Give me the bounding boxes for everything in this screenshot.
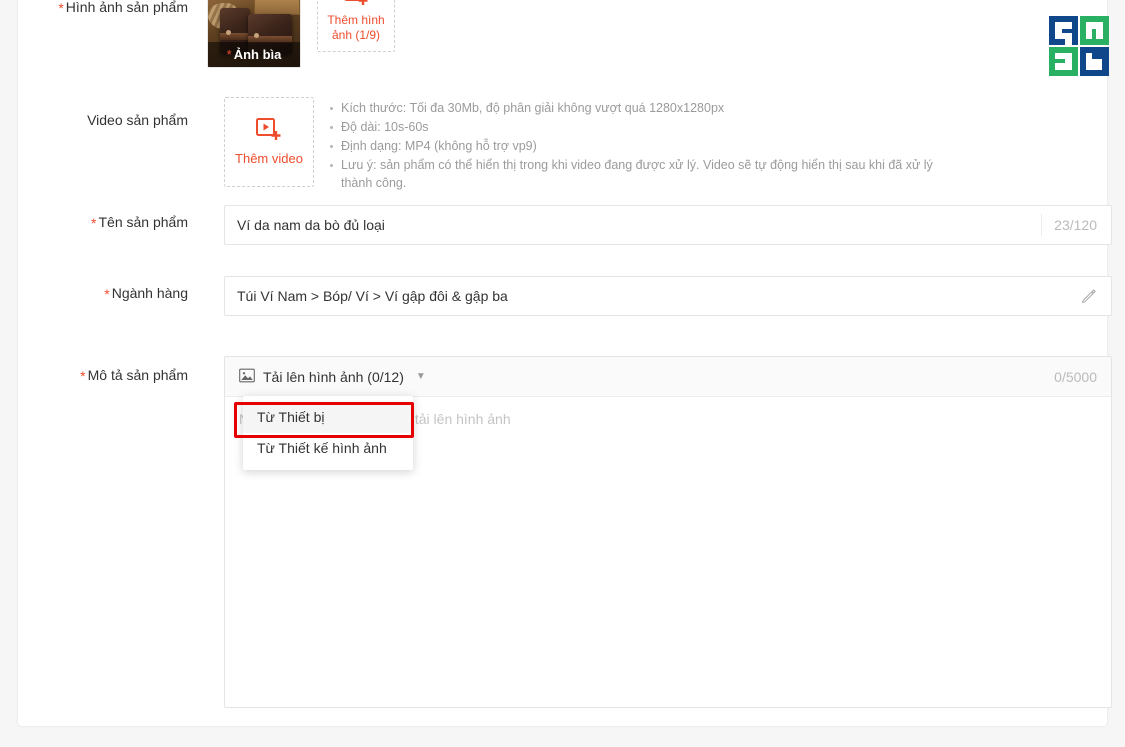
list-item: Định dạng: MP4 (không hỗ trợ vp9) bbox=[328, 137, 948, 155]
product-images-label-text: Hình ảnh sản phẩm bbox=[65, 0, 188, 15]
product-name-counter: 23/120 bbox=[1041, 214, 1111, 236]
add-image-label-line1: Thêm hình bbox=[327, 12, 385, 27]
description-label: * Mô tả sản phẩm bbox=[18, 366, 188, 385]
description-toolbar: Tải lên hình ảnh (0/12) ▼ 0/5000 bbox=[225, 357, 1111, 397]
list-item: Kích thước: Tối đa 30Mb, độ phân giải kh… bbox=[328, 99, 948, 117]
cover-image-badge: * Ảnh bìa bbox=[208, 42, 300, 67]
image-icon bbox=[239, 368, 255, 386]
product-form-card: * Hình ảnh sản phẩm ORIGINA * Ảnh bìa Th… bbox=[18, 0, 1112, 726]
product-name-row: * Tên sản phẩm Ví da nam da bò đủ loại 23… bbox=[18, 200, 1112, 260]
add-image-label-line2: ảnh (1/9) bbox=[331, 27, 381, 42]
product-images-row: * Hình ảnh sản phẩm ORIGINA * Ảnh bìa Th… bbox=[18, 0, 1107, 88]
menu-item-from-image-design[interactable]: Từ Thiết kế hình ảnh bbox=[243, 433, 413, 464]
product-name-input[interactable]: Ví da nam da bò đủ loại 23/120 bbox=[224, 205, 1112, 245]
menu-item-from-device[interactable]: Từ Thiết bị bbox=[243, 402, 413, 433]
product-video-label-text: Video sản phẩm bbox=[87, 112, 188, 128]
video-requirements-ul: Kích thước: Tối đa 30Mb, độ phân giải kh… bbox=[328, 99, 948, 192]
chevron-down-icon: ▼ bbox=[415, 371, 426, 382]
category-input[interactable]: Túi Ví Nam > Bóp/ Ví > Ví gập đôi & gập … bbox=[224, 276, 1112, 316]
category-label-text: Ngành hàng bbox=[111, 285, 188, 301]
list-item: Độ dài: 10s-60s bbox=[328, 118, 948, 136]
add-image-icon bbox=[344, 0, 368, 10]
wallet-strap bbox=[220, 33, 250, 41]
category-row: * Ngành hàng Túi Ví Nam > Bóp/ Ví > Ví gậ… bbox=[18, 271, 1112, 331]
category-label: * Ngành hàng bbox=[18, 284, 188, 303]
upload-image-label: Tải lên hình ảnh (0/12) bbox=[263, 368, 404, 385]
description-label-text: Mô tả sản phẩm bbox=[87, 367, 188, 383]
product-image-thumbnail[interactable]: *Ảnh bìa bbox=[207, 0, 301, 68]
product-video-row: Video sản phẩm Thêm video Kích thước: Tố… bbox=[18, 92, 1107, 190]
product-video-label: Video sản phẩm bbox=[18, 111, 188, 129]
product-name-label-text: Tên sản phẩm bbox=[98, 214, 189, 230]
required-asterisk: * bbox=[58, 0, 64, 16]
product-images-strip: *Ảnh bìa Thêm hình ảnh (1/9) bbox=[207, 0, 395, 68]
category-value[interactable]: Túi Ví Nam > Bóp/ Ví > Ví gập đôi & gập … bbox=[225, 288, 1067, 304]
pencil-icon[interactable] bbox=[1067, 288, 1111, 304]
add-image-button[interactable]: Thêm hình ảnh (1/9) bbox=[317, 0, 395, 52]
required-asterisk: * bbox=[91, 215, 97, 231]
description-row: *Mô tả sản phẩm Tải lên hình ảnh (0/12) bbox=[18, 342, 1112, 712]
product-name-value[interactable]: Ví da nam da bò đủ loại bbox=[225, 217, 1041, 233]
description-counter: 0/5000 bbox=[1054, 368, 1097, 385]
product-images-label: * Hình ảnh sản phẩm bbox=[18, 0, 188, 17]
cover-image-badge-text: Ảnh bìa bbox=[233, 47, 282, 62]
upload-image-dropdown-button[interactable]: Tải lên hình ảnh (0/12) ▼ bbox=[239, 368, 426, 386]
crate-graphic bbox=[254, 0, 300, 15]
upload-image-source-menu: Từ Thiết bị Từ Thiết kế hình ảnh bbox=[243, 396, 413, 470]
add-video-icon bbox=[256, 118, 282, 145]
required-asterisk: * bbox=[104, 286, 110, 302]
app-logo bbox=[1048, 15, 1110, 77]
add-video-label: Thêm video bbox=[235, 151, 303, 166]
required-asterisk: * bbox=[226, 47, 232, 62]
list-item: Lưu ý: sản phẩm có thể hiển thị trong kh… bbox=[328, 156, 948, 192]
product-name-label: * Tên sản phẩm bbox=[18, 213, 188, 232]
add-video-button[interactable]: Thêm video bbox=[224, 97, 314, 187]
required-asterisk: * bbox=[80, 368, 86, 384]
video-requirements-list: Kích thước: Tối đa 30Mb, độ phân giải kh… bbox=[328, 99, 948, 193]
